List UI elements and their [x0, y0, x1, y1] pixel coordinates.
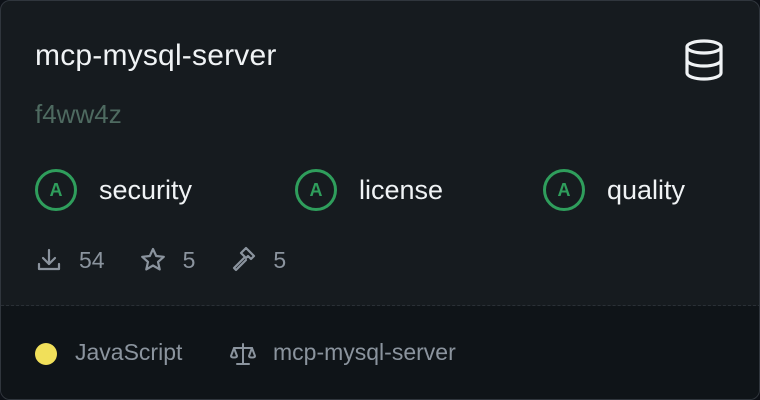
grade-badge: A [543, 169, 585, 211]
language-label: JavaScript [75, 339, 183, 365]
card-footer: JavaScript mcp-mysql-server [1, 306, 759, 399]
server-card[interactable]: mcp-mysql-server f4ww4z A security A lic… [0, 0, 760, 400]
scale-icon [230, 343, 256, 365]
download-icon [37, 248, 61, 271]
author-name[interactable]: f4ww4z [35, 99, 122, 130]
grade-label: security [99, 174, 193, 205]
grade-label: license [359, 174, 444, 205]
stars-count: 5 [182, 246, 196, 273]
grade-license: A license [295, 167, 443, 213]
grade-badge: A [295, 169, 337, 211]
grade-quality: A quality [543, 167, 685, 213]
grade-badge: A [35, 169, 77, 211]
stars-stat: 5 [139, 246, 196, 274]
hammer-icon [233, 246, 256, 272]
grade-label: quality [607, 174, 686, 205]
tools-stat: 5 [229, 246, 286, 274]
grade-security: A security [35, 167, 192, 213]
language-color-dot [35, 343, 57, 365]
tools-count: 5 [273, 246, 287, 273]
downloads-stat: 54 [35, 246, 105, 274]
license-label[interactable]: mcp-mysql-server [273, 339, 456, 366]
stats-row: 54 5 5 [35, 241, 320, 279]
star-icon [140, 247, 165, 271]
card-title[interactable]: mcp-mysql-server [35, 39, 277, 73]
database-icon [685, 39, 723, 81]
downloads-count: 54 [79, 246, 105, 273]
